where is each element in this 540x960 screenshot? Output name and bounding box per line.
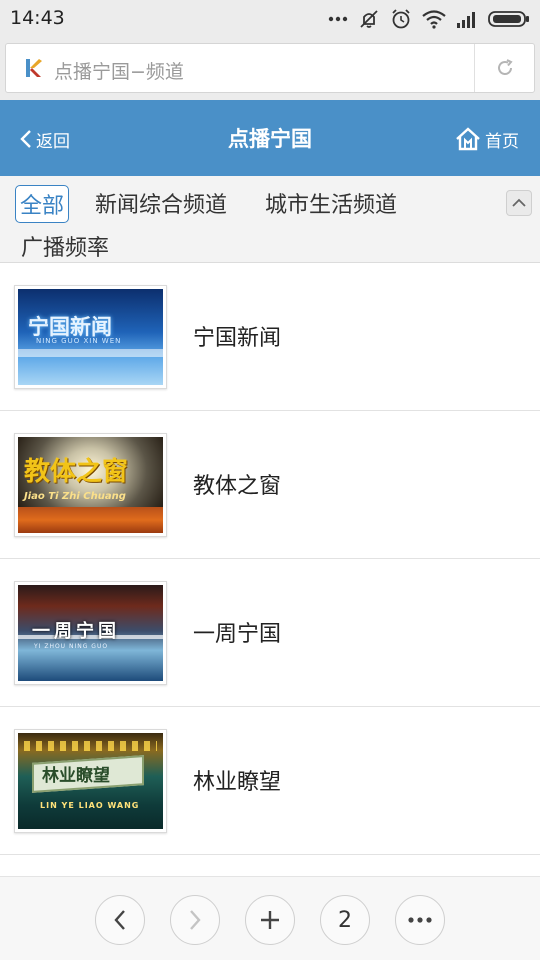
thumb-subcaption: YI ZHOU NING GUO — [34, 643, 109, 650]
category-tabs: 全部 新闻综合频道 城市生活频道 广播频率 — [0, 176, 540, 263]
program-list: 宁国新闻 NING GUO XIN WEN 宁国新闻 教体之窗 Jiao Ti … — [0, 263, 540, 855]
tab-all[interactable]: 全部 — [15, 185, 70, 223]
tabs-button[interactable]: 2 — [320, 895, 370, 945]
tab-news-channel[interactable]: 新闻综合频道 — [95, 187, 227, 219]
status-time: 14:43 — [10, 7, 65, 29]
program-title[interactable]: 林业瞭望 — [193, 764, 281, 796]
wifi-icon — [422, 10, 446, 29]
collapse-button[interactable] — [506, 190, 532, 216]
chevron-up-icon — [512, 198, 526, 207]
browser-toolbar: 点播宁国−频道 — [0, 38, 540, 100]
program-thumbnail[interactable]: 宁国新闻 NING GUO XIN WEN — [14, 285, 167, 389]
list-item[interactable]: 宁国新闻 NING GUO XIN WEN 宁国新闻 — [0, 263, 540, 411]
back-nav-button[interactable] — [95, 895, 145, 945]
thumb-caption: 林业瞭望 — [42, 766, 110, 786]
thumb-caption: 一周宁国 — [32, 621, 120, 642]
home-icon — [456, 127, 480, 151]
list-item[interactable]: 教体之窗 Jiao Ti Zhi Chuang 教体之窗 — [0, 411, 540, 559]
thumb-subcaption: LIN YE LIAO WANG — [40, 801, 140, 810]
status-bar: 14:43 — [0, 0, 540, 38]
thumb-caption: 教体之窗 — [24, 457, 129, 487]
tab-count: 2 — [338, 907, 352, 933]
home-button[interactable]: 首页 — [455, 124, 519, 154]
chevron-left-icon — [114, 910, 125, 930]
battery-icon — [488, 11, 529, 27]
program-thumbnail[interactable]: 林业瞭望 LIN YE LIAO WANG — [14, 729, 167, 833]
list-item[interactable]: 林业瞭望 LIN YE LIAO WANG 林业瞭望 — [0, 707, 540, 855]
chevron-right-icon — [190, 910, 201, 930]
refresh-icon[interactable] — [495, 58, 515, 78]
program-title[interactable]: 教体之窗 — [193, 468, 281, 500]
signal-icon — [457, 12, 475, 28]
status-icons — [328, 7, 530, 31]
list-item[interactable]: 一周宁国 YI ZHOU NING GUO 一周宁国 — [0, 559, 540, 707]
thumb-subcaption: Jiao Ti Zhi Chuang — [24, 491, 126, 502]
menu-button[interactable] — [395, 895, 445, 945]
url-text[interactable]: 点播宁国−频道 — [54, 57, 184, 84]
program-title[interactable]: 一周宁国 — [193, 616, 281, 648]
tab-city-life-channel[interactable]: 城市生活频道 — [265, 187, 397, 219]
more-dots-icon — [408, 917, 432, 923]
plus-icon — [261, 911, 279, 929]
program-title[interactable]: 宁国新闻 — [193, 320, 281, 352]
home-label: 首页 — [485, 131, 519, 152]
alarm-icon — [392, 9, 410, 29]
thumb-subcaption: NING GUO XIN WEN — [36, 337, 122, 345]
browser-bottom-nav: 2 — [0, 876, 540, 960]
forward-nav-button[interactable] — [170, 895, 220, 945]
page-header: 返回 点播宁国 首页 — [0, 100, 540, 176]
tab-radio[interactable]: 广播频率 — [21, 230, 109, 262]
more-dots-icon — [328, 16, 348, 22]
url-divider — [474, 44, 475, 92]
program-thumbnail[interactable]: 教体之窗 Jiao Ti Zhi Chuang — [14, 433, 167, 537]
site-logo-icon — [26, 59, 42, 77]
url-bar[interactable]: 点播宁国−频道 — [5, 43, 535, 93]
mute-icon — [360, 10, 378, 28]
program-thumbnail[interactable]: 一周宁国 YI ZHOU NING GUO — [14, 581, 167, 685]
new-tab-button[interactable] — [245, 895, 295, 945]
